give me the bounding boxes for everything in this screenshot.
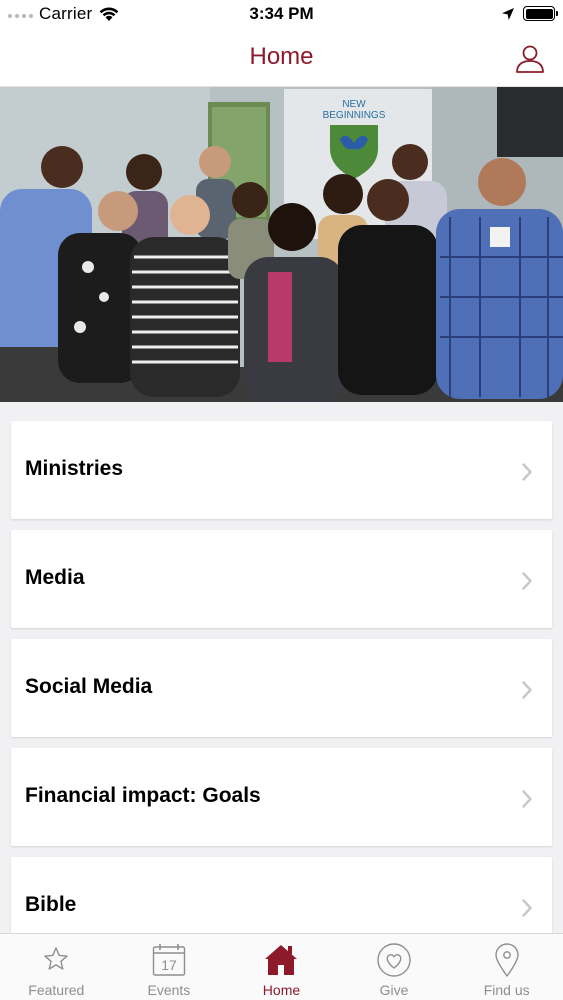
tab-label: Featured [28, 982, 85, 998]
chevron-right-icon [522, 899, 532, 917]
location-pin-icon [494, 943, 519, 977]
hero-photo: NEW BEGINNINGS [0, 87, 563, 402]
tab-give[interactable]: Give [338, 934, 451, 1000]
person-icon[interactable] [515, 44, 545, 74]
location-arrow-icon [502, 7, 514, 20]
tab-bar: Featured 17 Events Home Give Find us [0, 933, 563, 1000]
tab-events[interactable]: 17 Events [113, 934, 226, 1000]
banner-text-line2: BEGINNINGS [323, 110, 386, 121]
battery-fill [525, 8, 553, 19]
chevron-right-icon [522, 463, 532, 481]
app-screen: Carrier 3:34 PM Home NEW BEGINNINGS Mini… [0, 0, 563, 1000]
chevron-right-icon [522, 790, 532, 808]
list-item-label: Social Media [25, 675, 153, 698]
home-icon [265, 945, 298, 975]
nav-bar: Home [0, 32, 563, 87]
list-item-financial-impact[interactable]: Financial impact: Goals [11, 748, 552, 846]
tab-label: Give [379, 982, 409, 998]
heart-icon [377, 943, 411, 977]
list-item-label: Media [25, 566, 85, 589]
tab-home[interactable]: Home [225, 934, 338, 1000]
tab-label: Events [147, 982, 191, 998]
list-item-ministries[interactable]: Ministries [11, 421, 552, 519]
list-item-label: Ministries [25, 457, 124, 480]
chevron-right-icon [522, 681, 532, 699]
calendar-icon: 17 [152, 944, 186, 976]
banner-text-line1: NEW [342, 99, 366, 110]
calendar-day: 17 [161, 957, 177, 973]
tab-label: Home [262, 982, 301, 998]
list-item-label: Bible [25, 893, 77, 916]
tab-featured[interactable]: Featured [0, 934, 113, 1000]
status-right [501, 6, 558, 21]
page-title: Home [249, 43, 314, 70]
list-item-social-media[interactable]: Social Media [11, 639, 552, 737]
menu-list: Ministries Media Social Media Financial … [11, 421, 552, 966]
group-photo-illustration: NEW BEGINNINGS [0, 87, 563, 402]
status-bar: Carrier 3:34 PM [0, 0, 563, 32]
list-item-media[interactable]: Media [11, 530, 552, 628]
tab-label: Find us [483, 982, 530, 998]
battery-icon [523, 6, 558, 21]
star-icon [44, 947, 68, 970]
tab-find-us[interactable]: Find us [450, 934, 563, 1000]
chevron-right-icon [522, 572, 532, 590]
list-item-label: Financial impact: Goals [25, 784, 261, 807]
status-time: 3:34 PM [249, 4, 314, 23]
